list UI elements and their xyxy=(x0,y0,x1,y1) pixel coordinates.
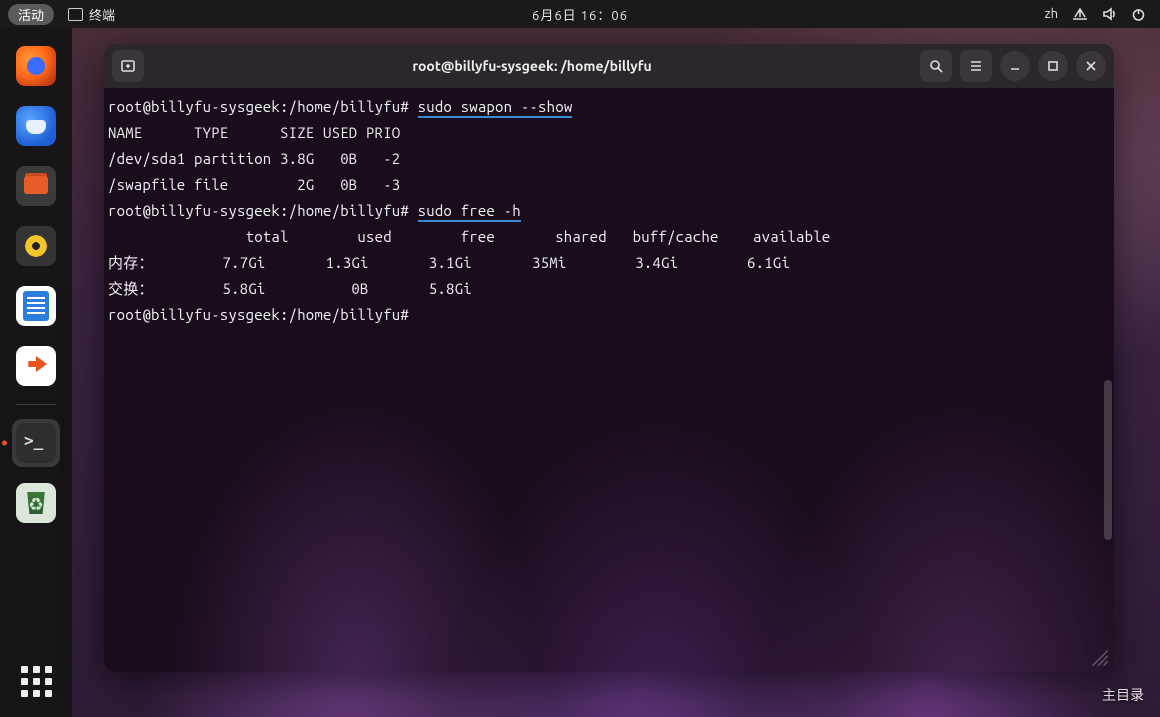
terminal-titlebar[interactable]: root@billyfu-sysgeek: /home/billyfu xyxy=(104,44,1114,88)
activities-button[interactable]: 活动 xyxy=(8,4,54,25)
dock-files[interactable] xyxy=(12,162,60,210)
command-2: sudo free -h xyxy=(418,202,521,222)
prompt: root@billyfu-sysgeek:/home/billyfu# xyxy=(108,202,409,219)
dock-terminal[interactable] xyxy=(12,419,60,467)
input-method-indicator[interactable]: zh xyxy=(1045,7,1058,21)
show-applications-button[interactable] xyxy=(16,661,56,701)
swapon-header: NAME TYPE SIZE USED PRIO xyxy=(108,124,400,141)
new-tab-icon xyxy=(120,58,136,74)
free-header: total used free shared buff/cache availa… xyxy=(108,228,830,245)
panel-app-name: 终端 xyxy=(89,5,115,24)
panel-active-app[interactable]: 终端 xyxy=(68,5,115,24)
trash-icon xyxy=(16,483,56,523)
terminal-scrollbar[interactable] xyxy=(1104,380,1112,540)
terminal-glyph-icon xyxy=(68,8,83,21)
firefox-icon xyxy=(16,46,56,86)
terminal-title: root@billyfu-sysgeek: /home/billyfu xyxy=(152,58,912,74)
dock-thunderbird[interactable] xyxy=(12,102,60,150)
dock-writer[interactable] xyxy=(12,282,60,330)
close-button[interactable] xyxy=(1076,51,1106,81)
dock xyxy=(0,28,72,717)
thunderbird-icon xyxy=(16,106,56,146)
panel-clock[interactable]: 6月6日 16：06 xyxy=(532,5,628,24)
terminal-icon xyxy=(16,423,56,463)
software-icon xyxy=(16,346,56,386)
writer-icon xyxy=(16,286,56,326)
prompt: root@billyfu-sysgeek:/home/billyfu# xyxy=(108,306,409,323)
minimize-button[interactable] xyxy=(1000,51,1030,81)
top-panel: 活动 终端 6月6日 16：06 zh xyxy=(0,0,1160,28)
terminal-output: root@billyfu-sysgeek:/home/billyfu# sudo… xyxy=(108,94,1110,328)
resize-grip-icon[interactable] xyxy=(1088,646,1110,668)
dock-separator xyxy=(16,404,56,405)
dock-rhythmbox[interactable] xyxy=(12,222,60,270)
files-icon xyxy=(16,166,56,206)
minimize-icon xyxy=(1008,59,1022,73)
menu-button[interactable] xyxy=(960,50,992,82)
prompt: root@billyfu-sysgeek:/home/billyfu# xyxy=(108,98,409,115)
volume-icon[interactable] xyxy=(1102,7,1117,21)
search-icon xyxy=(928,58,944,74)
close-icon xyxy=(1084,59,1098,73)
maximize-icon xyxy=(1046,59,1060,73)
maximize-button[interactable] xyxy=(1038,51,1068,81)
dock-firefox[interactable] xyxy=(12,42,60,90)
hamburger-icon xyxy=(968,58,984,74)
search-button[interactable] xyxy=(920,50,952,82)
power-icon[interactable] xyxy=(1131,7,1146,22)
music-icon xyxy=(16,226,56,266)
terminal-window: root@billyfu-sysgeek: /home/billyfu root… xyxy=(104,44,1114,672)
free-swap-row: 交换： 5.8Gi 0B 5.8Gi xyxy=(108,280,472,297)
dock-trash[interactable] xyxy=(12,479,60,527)
new-tab-button[interactable] xyxy=(112,50,144,82)
free-mem-row: 内存： 7.7Gi 1.3Gi 3.1Gi 35Mi 3.4Gi 6.1Gi xyxy=(108,254,790,271)
command-1: sudo swapon --show xyxy=(418,98,573,118)
desktop-home-label[interactable]: 主目录 xyxy=(1102,685,1144,705)
swapon-row: /dev/sda1 partition 3.8G 0B -2 xyxy=(108,150,400,167)
dock-software[interactable] xyxy=(12,342,60,390)
network-icon[interactable] xyxy=(1072,7,1088,21)
terminal-body[interactable]: root@billyfu-sysgeek:/home/billyfu# sudo… xyxy=(104,88,1114,672)
swapon-row: /swapfile file 2G 0B -3 xyxy=(108,176,400,193)
